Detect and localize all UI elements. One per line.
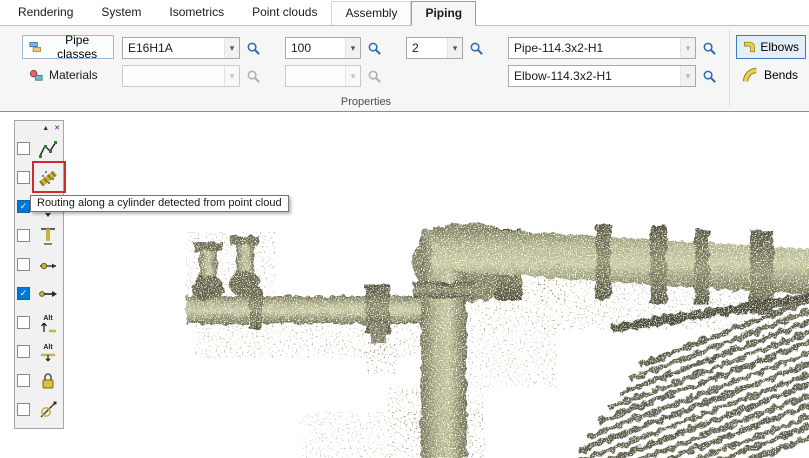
palette-row: [17, 163, 61, 192]
tooltip: Routing along a cylinder detected from p…: [30, 195, 289, 212]
schedule-value: 2: [407, 41, 447, 55]
materials-icon: [29, 68, 44, 83]
alt-height-icon[interactable]: Alt: [34, 309, 61, 336]
bends-label: Bends: [764, 68, 798, 82]
pipe-class-value: E16H1A: [123, 41, 224, 55]
search-schedule-button[interactable]: [466, 37, 486, 59]
point-line-icon[interactable]: [34, 251, 61, 278]
search-material-a-button: [243, 65, 263, 87]
pipe-classes-label: Pipe classes: [47, 33, 107, 61]
tab-assembly[interactable]: Assembly: [331, 1, 411, 25]
elbow-value: Elbow-114.3x2-H1: [509, 69, 680, 83]
search-material-b-button: [364, 65, 384, 87]
alt-level-icon[interactable]: Alt: [34, 338, 61, 365]
close-palette-button[interactable]: ✕: [53, 125, 61, 132]
tab-system[interactable]: System: [87, 0, 155, 25]
dropdown-arrow-icon[interactable]: ▾: [447, 38, 462, 58]
route-polyline-checkbox[interactable]: [17, 142, 30, 155]
svg-text:Alt: Alt: [43, 344, 53, 351]
lock-icon[interactable]: [34, 367, 61, 394]
measure-diameter-checkbox[interactable]: [17, 403, 30, 416]
diameter-value: 100: [286, 41, 345, 55]
alt-height-checkbox[interactable]: [17, 316, 30, 329]
elbows-label: Elbows: [760, 40, 799, 54]
palette-header: ▲ ✕: [17, 122, 61, 134]
search-icon: [367, 41, 382, 56]
bend-icon: [743, 67, 759, 83]
routing-tools-palette: ▲ ✕: [14, 120, 64, 429]
point-cloud: [0, 112, 809, 458]
palette-row: [17, 395, 61, 424]
lock-checkbox[interactable]: [17, 374, 30, 387]
elbow-combo[interactable]: Elbow-114.3x2-H1 ▾: [508, 65, 696, 87]
diameter-combo[interactable]: 100 ▾: [285, 37, 361, 59]
material-a-combo[interactable]: ▾: [122, 65, 240, 87]
tab-isometrics[interactable]: Isometrics: [155, 0, 238, 25]
search-icon: [469, 41, 484, 56]
elbows-button[interactable]: Elbows: [736, 35, 806, 59]
direction-arrow-icon[interactable]: [34, 280, 61, 307]
dropdown-arrow-icon[interactable]: ▾: [224, 38, 239, 58]
palette-row: Alt: [17, 337, 61, 366]
tab-piping[interactable]: Piping: [411, 1, 476, 26]
search-icon: [702, 41, 717, 56]
elbow-icon: [743, 39, 755, 55]
cylinder-routing-icon[interactable]: [34, 164, 61, 191]
bends-button[interactable]: Bends: [736, 63, 806, 87]
material-b-combo[interactable]: ▾: [285, 65, 361, 87]
vertical-drop-icon[interactable]: [34, 222, 61, 249]
pipe-class-combo[interactable]: E16H1A ▾: [122, 37, 240, 59]
svg-text:Alt: Alt: [43, 315, 53, 322]
search-diameter-button[interactable]: [364, 37, 384, 59]
palette-row: [17, 279, 61, 308]
search-icon: [246, 69, 261, 84]
pipe-classes-button[interactable]: Pipe classes: [22, 35, 114, 59]
ribbon-tab-bar: Rendering System Isometrics Point clouds…: [0, 0, 809, 26]
point-line-checkbox[interactable]: [17, 258, 30, 271]
search-icon: [367, 69, 382, 84]
dropdown-arrow-icon[interactable]: ▾: [680, 38, 695, 58]
dropdown-arrow-icon: ▾: [224, 66, 239, 86]
palette-row: [17, 250, 61, 279]
search-icon: [702, 69, 717, 84]
cylinder-routing-checkbox[interactable]: [17, 171, 30, 184]
measure-diameter-icon[interactable]: [34, 396, 61, 423]
tab-point-clouds[interactable]: Point clouds: [238, 0, 331, 25]
piping-ribbon: Pipe classes E16H1A ▾ 100 ▾ 2 ▾ Pipe-114…: [0, 26, 809, 112]
tab-rendering[interactable]: Rendering: [4, 0, 87, 25]
palette-row: Alt: [17, 308, 61, 337]
ribbon-group-label: Properties: [0, 96, 732, 108]
search-icon: [246, 41, 261, 56]
search-pipe-class-button[interactable]: [243, 37, 263, 59]
direction-arrow-checkbox[interactable]: [17, 287, 30, 300]
schedule-combo[interactable]: 2 ▾: [406, 37, 463, 59]
search-pipe-button[interactable]: [699, 37, 719, 59]
pipe-combo[interactable]: Pipe-114.3x2-H1 ▾: [508, 37, 696, 59]
palette-row: [17, 134, 61, 163]
pipe-value: Pipe-114.3x2-H1: [509, 41, 680, 55]
palette-row: [17, 221, 61, 250]
materials-button[interactable]: Materials: [22, 63, 105, 87]
search-elbow-button[interactable]: [699, 65, 719, 87]
alt-level-checkbox[interactable]: [17, 345, 30, 358]
palette-row: [17, 366, 61, 395]
dropdown-arrow-icon[interactable]: ▾: [680, 66, 695, 86]
materials-label: Materials: [49, 68, 98, 82]
route-polyline-icon[interactable]: [34, 135, 61, 162]
model-viewport[interactable]: [0, 112, 809, 458]
collapse-palette-button[interactable]: ▲: [41, 125, 50, 132]
pipe-classes-icon: [29, 40, 42, 55]
ribbon-group-separator: [729, 30, 730, 106]
dropdown-arrow-icon[interactable]: ▾: [345, 38, 360, 58]
vertical-drop-checkbox[interactable]: [17, 229, 30, 242]
dropdown-arrow-icon: ▾: [345, 66, 360, 86]
axis-routing-checkbox[interactable]: [17, 200, 30, 213]
